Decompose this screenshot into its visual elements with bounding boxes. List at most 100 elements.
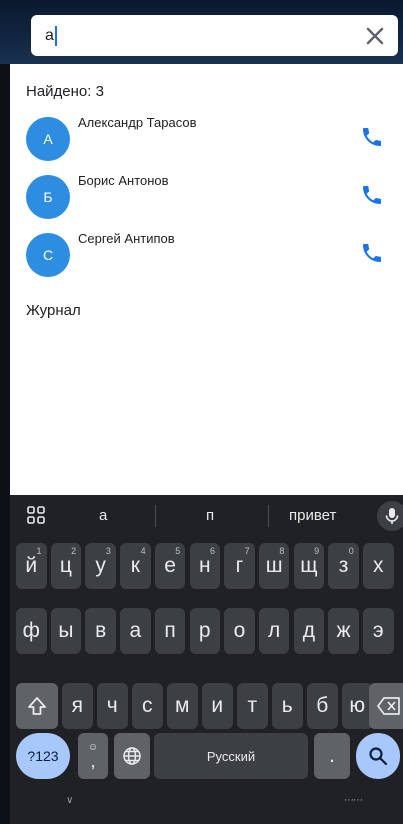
key-п[interactable]: п xyxy=(154,608,186,654)
key-с[interactable]: с xyxy=(132,683,163,729)
microphone-icon[interactable] xyxy=(377,501,403,531)
key-и[interactable]: и xyxy=(202,683,233,729)
key-hint: 4 xyxy=(140,546,146,556)
divider xyxy=(155,505,156,527)
key-label: ы xyxy=(58,619,74,642)
space-key[interactable]: Русский xyxy=(154,733,308,779)
keyboard: а п привет й1ц2у3к4е5н6г7ш8щ9з0х фывапро… xyxy=(10,495,403,824)
key-к[interactable]: к4 xyxy=(120,543,151,589)
nav-back-icon[interactable]: ∨ xyxy=(66,795,73,806)
key-т[interactable]: т xyxy=(237,683,268,729)
key-ч[interactable]: ч xyxy=(97,683,128,729)
key-label: о xyxy=(233,619,246,642)
found-count: Найдено: 3 xyxy=(26,83,104,100)
contact-name: Борис Антонов xyxy=(78,173,169,188)
key-label: я xyxy=(71,694,83,717)
suggestion[interactable]: п xyxy=(206,507,214,524)
search-query[interactable]: а xyxy=(45,27,54,45)
key-д[interactable]: д xyxy=(293,608,325,654)
search-icon[interactable] xyxy=(356,733,400,779)
contact-name: Сергей Антипов xyxy=(78,231,175,246)
contact-row[interactable]: С Сергей Антипов xyxy=(10,231,403,281)
suggestion-strip: а п привет xyxy=(10,495,403,537)
key-hint: 6 xyxy=(209,546,215,556)
key-label: а xyxy=(129,619,142,642)
key-ц[interactable]: ц2 xyxy=(50,543,82,589)
key-label: ь xyxy=(281,694,293,717)
key-б[interactable]: б xyxy=(307,683,338,729)
comma-label: , xyxy=(90,751,96,771)
contact-name: Александр Тарасов xyxy=(78,115,197,130)
contact-row[interactable]: Б Борис Антонов xyxy=(10,173,403,223)
key-ю[interactable]: ю xyxy=(342,683,373,729)
avatar: С xyxy=(26,233,70,277)
keyboard-switch-icon[interactable]: ⋯⋯ xyxy=(344,795,363,806)
key-ф[interactable]: ф xyxy=(16,608,47,654)
key-ш[interactable]: ш8 xyxy=(258,543,290,589)
key-label: з xyxy=(338,554,349,577)
suggestion[interactable]: привет xyxy=(289,507,336,524)
key-label: ю xyxy=(349,694,366,717)
key-щ[interactable]: щ9 xyxy=(293,543,325,589)
phone-icon[interactable] xyxy=(360,125,384,149)
key-label: п xyxy=(164,619,176,642)
key-л[interactable]: л xyxy=(258,608,290,654)
key-м[interactable]: м xyxy=(167,683,198,729)
key-label: к xyxy=(130,554,140,577)
key-х[interactable]: х xyxy=(363,543,394,589)
contact-row[interactable]: А Александр Тарасов xyxy=(10,115,403,165)
close-icon[interactable] xyxy=(360,21,390,51)
key-hint: 8 xyxy=(279,546,285,556)
shift-icon[interactable] xyxy=(16,683,58,729)
key-з[interactable]: з0 xyxy=(328,543,359,589)
search-input[interactable]: а xyxy=(31,15,398,56)
comma-key[interactable]: ☺ , xyxy=(78,733,108,779)
journal-heading: Журнал xyxy=(26,302,81,319)
key-ы[interactable]: ы xyxy=(50,608,82,654)
key-label: ф xyxy=(22,619,40,642)
key-label: и xyxy=(211,694,224,717)
divider xyxy=(268,505,269,527)
key-е[interactable]: е5 xyxy=(154,543,186,589)
text-cursor xyxy=(54,25,57,46)
globe-icon[interactable] xyxy=(114,733,150,779)
key-label: у xyxy=(95,554,106,577)
key-ж[interactable]: ж xyxy=(328,608,359,654)
key-hint: 2 xyxy=(71,546,77,556)
key-label: м xyxy=(175,694,190,717)
key-label: т xyxy=(247,694,258,717)
symbols-key[interactable]: ?123 xyxy=(16,733,70,779)
key-у[interactable]: у3 xyxy=(85,543,116,589)
key-label: й xyxy=(25,554,38,577)
key-э[interactable]: э xyxy=(363,608,394,654)
key-hint: 0 xyxy=(348,546,354,556)
key-р[interactable]: р xyxy=(189,608,220,654)
key-label: ж xyxy=(336,619,351,642)
avatar: А xyxy=(26,117,70,161)
search-results: Найдено: 3 А Александр Тарасов Б Борис А… xyxy=(10,64,403,495)
key-hint: 3 xyxy=(105,546,111,556)
backspace-icon[interactable] xyxy=(369,683,403,729)
key-label: ш xyxy=(265,554,283,577)
key-о[interactable]: о xyxy=(224,608,255,654)
top-bar: а xyxy=(0,0,403,64)
key-hint: 1 xyxy=(36,546,42,556)
key-label: э xyxy=(372,619,384,642)
key-label: щ xyxy=(300,554,318,577)
phone-icon[interactable] xyxy=(360,241,384,265)
key-н[interactable]: н6 xyxy=(189,543,220,589)
key-а[interactable]: а xyxy=(120,608,151,654)
key-г[interactable]: г7 xyxy=(224,543,255,589)
period-key[interactable]: . xyxy=(314,733,350,779)
apps-grid-icon[interactable] xyxy=(26,505,46,530)
phone-icon[interactable] xyxy=(360,183,384,207)
key-я[interactable]: я xyxy=(62,683,93,729)
key-в[interactable]: в xyxy=(85,608,116,654)
key-label: н xyxy=(198,554,211,577)
key-ь[interactable]: ь xyxy=(272,683,303,729)
key-hint: 5 xyxy=(175,546,181,556)
key-label: х xyxy=(373,554,384,577)
key-label: ц xyxy=(59,554,72,577)
key-й[interactable]: й1 xyxy=(16,543,47,589)
suggestion[interactable]: а xyxy=(99,507,107,524)
